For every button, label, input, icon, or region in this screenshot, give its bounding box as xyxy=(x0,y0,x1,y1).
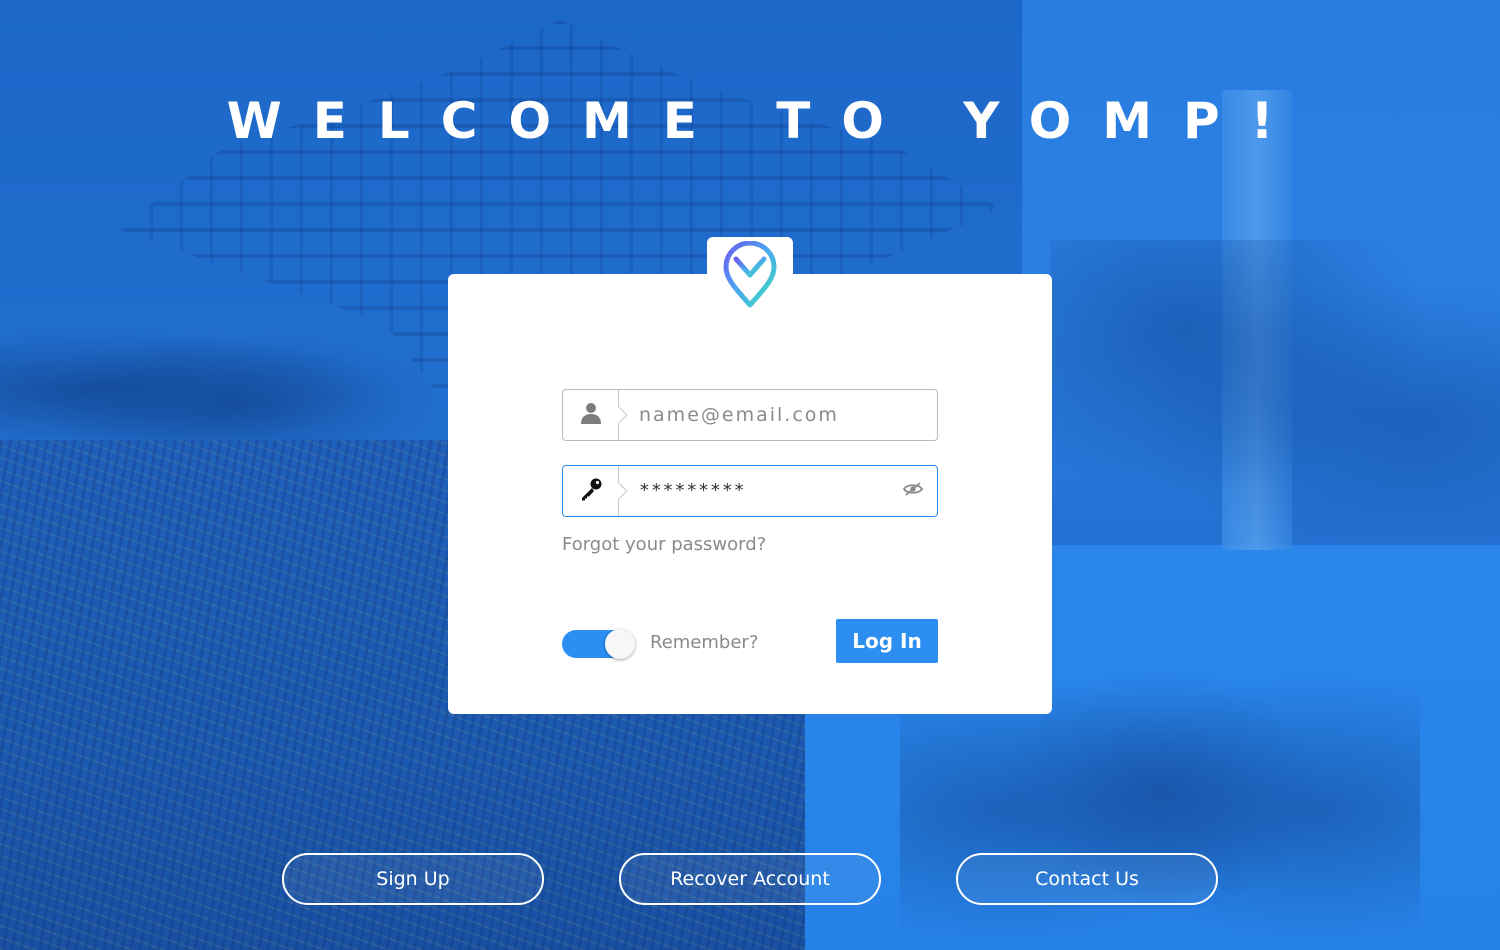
page-title: WELCOME TO YOMP! xyxy=(226,92,1305,150)
password-field: ********* xyxy=(562,465,938,517)
recover-account-button[interactable]: Recover Account xyxy=(619,853,881,905)
remember-toggle[interactable] xyxy=(562,629,635,659)
email-icon-cell xyxy=(563,390,628,440)
password-input[interactable]: ********* xyxy=(619,466,889,516)
forgot-password-link[interactable]: Forgot your password? xyxy=(562,534,766,555)
contact-us-button[interactable]: Contact Us xyxy=(956,853,1218,905)
yomp-logo-icon xyxy=(722,240,778,313)
email-input[interactable] xyxy=(619,390,937,440)
background-trees xyxy=(0,320,440,460)
toggle-password-visibility[interactable] xyxy=(889,466,937,516)
background-palm-trees xyxy=(1050,240,1500,540)
sign-up-button[interactable]: Sign Up xyxy=(282,853,544,905)
logo-tab xyxy=(707,237,793,317)
password-icon-cell xyxy=(563,466,628,516)
eye-hidden-icon xyxy=(902,481,924,501)
login-button[interactable]: Log In xyxy=(836,619,938,663)
email-field xyxy=(562,389,938,441)
key-icon xyxy=(578,476,604,506)
toggle-knob xyxy=(605,629,635,659)
user-icon xyxy=(579,401,603,429)
remember-label: Remember? xyxy=(650,632,759,653)
